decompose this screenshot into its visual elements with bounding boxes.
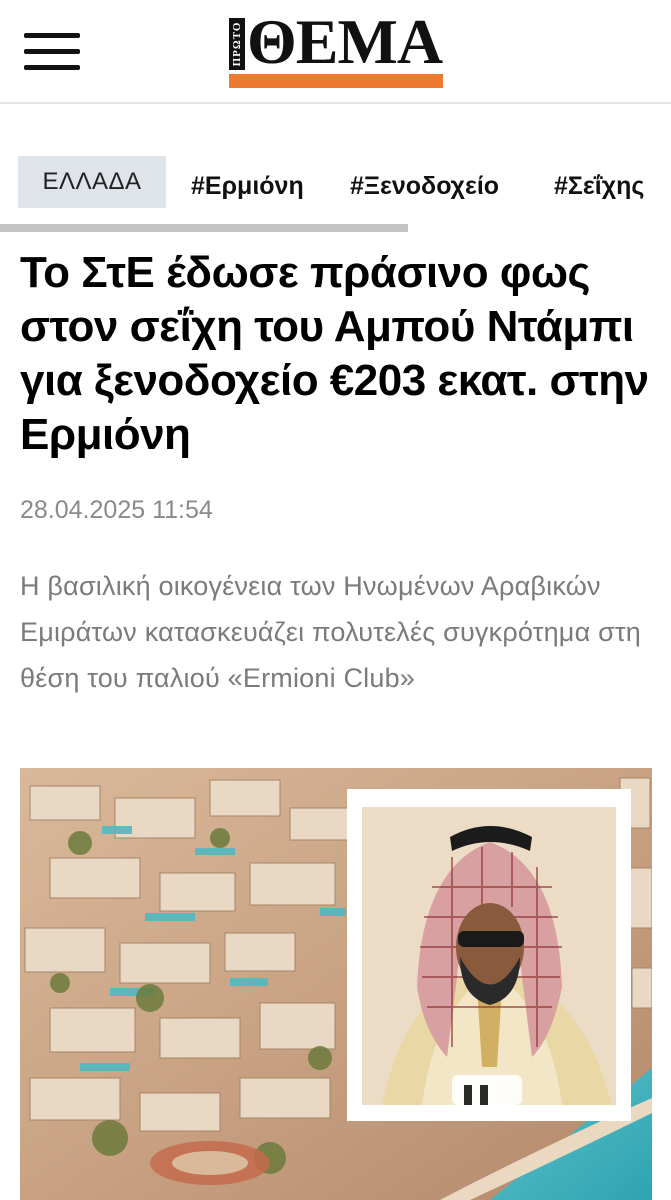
hamburger-menu-icon[interactable] [24,33,80,71]
article-main-image [20,768,652,1200]
article-date: 28.04.2025 11:54 [20,496,213,524]
article-headline: Το ΣτΕ έδωσε πράσινο φως στον σεΐχη του … [20,248,649,459]
tag-bar-scrollbar[interactable] [0,224,408,232]
site-header: ΠΡΩΤΟ ΘΕΜΑ [0,0,671,104]
tag-ermioni[interactable]: #Ερμιόνη [191,156,304,208]
menu-line [24,65,80,70]
site-logo[interactable]: ΠΡΩΤΟ ΘΕΜΑ [229,8,443,90]
tag-sheikh[interactable]: #Σεΐχης [554,156,644,208]
menu-line [24,33,80,38]
tag-bar: ΕΛΛΑΔΑ #Ερμιόνη #Ξενοδοχείο #Σεΐχης [0,156,671,208]
portrait-illustration [362,807,616,1105]
logo-accent-bar [229,74,443,88]
logo-proto-badge: ΠΡΩΤΟ [229,18,245,70]
inset-portrait-frame [347,789,631,1121]
category-tag[interactable]: ΕΛΛΑΔΑ [18,156,166,208]
tag-hotel[interactable]: #Ξενοδοχείο [350,156,499,208]
article-lead: Η βασιλική οικογένεια των Ηνωμένων Αραβι… [20,571,642,693]
logo-wordmark: ΘΕΜΑ [247,6,443,77]
sheikh-portrait-photo [362,807,616,1105]
logo-proto-label: ΠΡΩΤΟ [231,21,243,67]
menu-line [24,49,80,54]
